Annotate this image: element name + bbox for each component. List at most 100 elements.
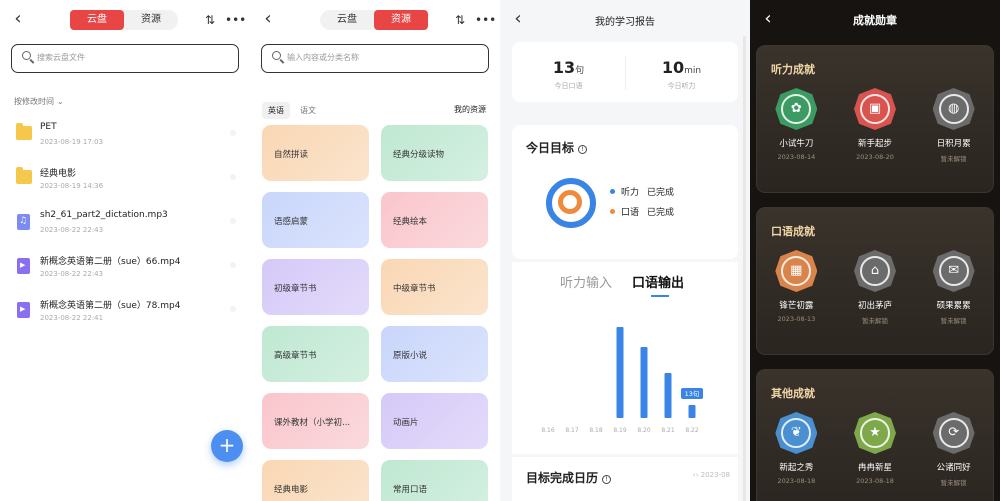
badge-date: 2023-08-18 — [777, 477, 816, 485]
tab-english[interactable]: 英语 — [262, 102, 290, 119]
file-item[interactable]: PET 2023-08-19 17:03 — [0, 112, 250, 156]
resource-card[interactable]: 原版小说 — [381, 326, 488, 382]
stat-unit: 句 — [575, 66, 585, 76]
resource-card[interactable]: 自然拼读 — [262, 125, 369, 181]
tab-cloud[interactable]: 云盘 — [70, 10, 124, 30]
badge-name: 公诸同好 — [936, 463, 971, 473]
resource-card[interactable]: 常用口语 — [381, 460, 488, 501]
resource-card-label: 原版小说 — [393, 351, 428, 361]
resource-card-label: 课外教材（小学初... — [274, 418, 351, 428]
chart-bar[interactable] — [616, 327, 624, 418]
info-icon[interactable]: ! — [578, 145, 588, 154]
box-icon: ▦ — [775, 250, 818, 292]
resource-card[interactable]: 经典绘本 — [381, 192, 488, 248]
tab-cloud[interactable]: 云盘 — [320, 10, 374, 30]
resource-card[interactable]: 经典电影 — [262, 460, 369, 501]
badge-date: 2023-08-20 — [856, 153, 894, 161]
stat-speaking: 13句 今日口语 — [512, 58, 625, 91]
chat-icon: ✉ — [932, 250, 975, 292]
tab-switcher: 云盘 资源 — [320, 10, 428, 30]
calendar-month-text: 2023-08 — [700, 471, 730, 479]
resource-card-label: 经典电影 — [274, 485, 309, 495]
file-item[interactable]: 新概念英语第二册（sue）66.mp4 2023-08-22 22:43 — [0, 244, 250, 288]
achievement-badge[interactable]: ★ 冉冉新星 2023-08-18 — [840, 412, 910, 487]
badge-glyph: ⌂ — [859, 256, 890, 286]
speaking-bar-chart: 8.16 8.17 8.18 8.19 8.20 8.21 8.22 13句 — [541, 327, 703, 434]
achievement-section: 其他成就 ❦ 新起之秀 2023-08-18 ★ 冉冉新星 2023-08-18 ⟳ 公诸同好暂… — [756, 369, 994, 501]
sort-dropdown[interactable]: 按修改时间 ⌄ — [14, 96, 64, 107]
search-input[interactable]: 输入内容或分类名称 — [261, 44, 489, 73]
search-placeholder: 搜索云盘文件 — [37, 53, 85, 62]
subject-tabs: 英语 语文 — [262, 102, 326, 119]
resource-card[interactable]: 语感启蒙 — [262, 192, 369, 248]
badge-glyph: ▣ — [859, 94, 890, 124]
badge-row: ▦ 锋芒初露 2023-08-13 ⌂ 初出茅庐 暂未解锁 ✉ 硕果累累 暂未解锁 — [757, 250, 993, 325]
sort-label: 按修改时间 — [14, 97, 54, 106]
file-item[interactable]: sh2_61_part2_dictation.mp3 2023-08-22 22:… — [0, 200, 250, 244]
calendar-left-icon: ‹› — [692, 471, 701, 479]
tab-switcher: 云盘 资源 — [70, 10, 178, 30]
resource-card-label: 语感启蒙 — [274, 217, 309, 227]
resource-card[interactable]: 课外教材（小学初... — [262, 393, 369, 449]
info-icon[interactable]: ! — [602, 475, 612, 484]
tab-chinese[interactable]: 语文 — [294, 102, 322, 119]
achievement-badge[interactable]: ⟳ 公诸同好 暂未解锁 — [919, 412, 989, 487]
file-more-icon[interactable] — [230, 174, 236, 180]
achievement-section: 听力成就 ✿ 小试牛刀 2023-08-14 ▣ 新手起步 2023-08-20 ◍ 日积月累暂… — [756, 45, 994, 193]
badge-row: ❦ 新起之秀 2023-08-18 ★ 冉冉新星 2023-08-18 ⟳ 公诸同好 暂未解锁 — [757, 412, 993, 487]
share-icon: ⟳ — [932, 412, 975, 454]
file-item[interactable]: 经典电影 2023-08-19 14:36 — [0, 156, 250, 200]
achievement-badge[interactable]: ⌂ 初出茅庐 暂未解锁 — [840, 250, 910, 325]
sort-icon[interactable]: ⇅ — [455, 11, 465, 29]
stat-label: 今日口语 — [554, 82, 583, 90]
my-resources-link[interactable]: 我的资源 — [454, 104, 486, 115]
resource-card[interactable]: 高级章节书 — [262, 326, 369, 382]
section-title: 其他成就 — [771, 387, 815, 400]
resource-card[interactable]: 动画片 — [381, 393, 488, 449]
file-more-icon[interactable] — [230, 262, 236, 268]
add-button[interactable]: + — [211, 430, 243, 462]
more-icon[interactable]: ••• — [225, 11, 246, 29]
tab-listening-input[interactable]: 听力输入 — [560, 272, 612, 291]
cloud-drive-screen: ‹ 云盘 资源 ⇅ ••• 搜索云盘文件 按修改时间 ⌄ PET 2023-08-1… — [0, 0, 250, 501]
achievement-badge[interactable]: ✿ 小试牛刀 2023-08-14 — [761, 88, 831, 163]
x-tick-label: 8.21 — [661, 427, 675, 434]
file-name: sh2_61_part2_dictation.mp3 — [40, 210, 168, 220]
achievement-badge[interactable]: ❦ 新起之秀 2023-08-18 — [761, 412, 831, 487]
goal-status: 已完成 — [647, 188, 675, 198]
achievement-badge[interactable]: ▦ 锋芒初露 2023-08-13 — [761, 250, 831, 325]
badge-date: 暂未解锁 — [940, 317, 967, 325]
goal-speaking: 口语 已完成 — [610, 205, 674, 218]
achievement-section: 口语成就 ▦ 锋芒初露 2023-08-13 ⌂ 初出茅庐 暂未解锁 ✉ 硕果累累 暂未解锁 — [756, 207, 994, 355]
sort-icon[interactable]: ⇅ — [205, 11, 215, 29]
back-arrow-icon[interactable]: ‹ — [8, 9, 28, 29]
legend-dot — [610, 209, 615, 214]
file-name: 新概念英语第二册（sue）78.mp4 — [40, 301, 181, 311]
achievement-badge[interactable]: ✉ 硕果累累 暂未解锁 — [919, 250, 989, 325]
resource-card[interactable]: 初级章节书 — [262, 259, 369, 315]
file-more-icon[interactable] — [230, 218, 236, 224]
achievement-badge[interactable]: ◍ 日积月累 暂未解锁 — [919, 88, 989, 163]
chart-bar[interactable] — [640, 347, 648, 418]
resource-card[interactable]: 经典分级读物 — [381, 125, 488, 181]
calendar-month[interactable]: ‹› 2023-08 — [693, 471, 730, 479]
achievements-screen: ‹ 成就勋章 听力成就 ✿ 小试牛刀 2023-08-14 ▣ 新手起步 2023-08-2… — [750, 0, 1000, 501]
tab-resources[interactable]: 资源 — [124, 10, 178, 30]
chart-bar[interactable] — [664, 373, 672, 418]
achievement-badge[interactable]: ▣ 新手起步 2023-08-20 — [840, 88, 910, 163]
file-more-icon[interactable] — [230, 130, 236, 136]
tab-speaking-output[interactable]: 口语输出 — [632, 272, 684, 291]
tab-resources[interactable]: 资源 — [374, 10, 428, 30]
file-name: 经典电影 — [40, 169, 77, 179]
file-more-icon[interactable] — [230, 306, 236, 312]
back-arrow-icon[interactable]: ‹ — [258, 9, 278, 29]
badge-name: 冉冉新星 — [857, 463, 892, 473]
file-item[interactable]: 新概念英语第二册（sue）78.mp4 2023-08-22 22:41 — [0, 288, 250, 332]
file-date: 2023-08-22 22:43 — [40, 270, 104, 278]
more-icon[interactable]: ••• — [475, 11, 496, 29]
scrollbar[interactable] — [743, 36, 746, 501]
search-input[interactable]: 搜索云盘文件 — [11, 44, 239, 73]
resource-card[interactable]: 中级章节书 — [381, 259, 488, 315]
folder-icon — [16, 167, 32, 184]
chart-bar[interactable] — [688, 405, 696, 418]
